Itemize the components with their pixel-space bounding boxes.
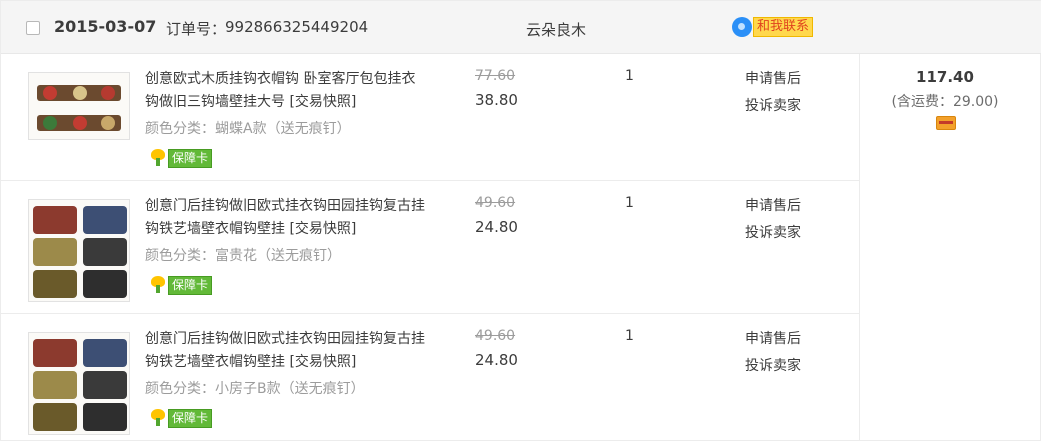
product-title-link[interactable]: 创意门后挂钩做旧欧式挂衣钩田园挂钩复古挂钩铁艺墙壁衣帽钩壁挂 [交易快照] — [145, 195, 425, 241]
order-item-row: 创意欧式木质挂钩衣帽钩 卧室客厅包包挂衣钩做旧三钩墙壁挂大号 [交易快照] 颜色… — [1, 54, 859, 181]
flower-decoration — [43, 86, 57, 100]
guarantee-card-badge[interactable]: 保障卡 — [149, 148, 213, 168]
product-variant-image — [33, 339, 77, 367]
order-number: 992866325449204 — [225, 18, 369, 36]
request-after-sales-link[interactable]: 申请售后 — [745, 328, 801, 348]
guarantee-card-label: 保障卡 — [168, 408, 213, 428]
flower-decoration — [43, 116, 57, 130]
shop-name-link[interactable]: 云朵良木 — [526, 19, 586, 40]
product-variant-image — [33, 206, 77, 234]
product-variant: 颜色分类：蝴蝶A款（送无痕钉） — [145, 121, 351, 137]
product-variant-image — [33, 403, 77, 431]
unit-price: 24.80 — [475, 351, 518, 369]
product-variant-image — [83, 270, 127, 298]
order-date: 2015-03-07 — [54, 17, 157, 36]
product-variant-image — [83, 206, 127, 234]
original-price: 49.60 — [475, 328, 516, 344]
contact-seller-button[interactable]: 和我联系 — [732, 17, 814, 37]
order-total-column: 117.40 (含运费：29.00) — [859, 54, 1041, 441]
product-variant-image — [83, 339, 127, 367]
product-thumbnail[interactable] — [28, 332, 130, 435]
flower-decoration — [101, 116, 115, 130]
original-price: 49.60 — [475, 195, 516, 211]
product-title-link[interactable]: 创意欧式木质挂钩衣帽钩 卧室客厅包包挂衣钩做旧三钩墙壁挂大号 [交易快照] — [145, 68, 425, 114]
product-variant-image — [83, 371, 127, 399]
complain-seller-link[interactable]: 投诉卖家 — [745, 355, 801, 375]
product-variant-image — [83, 238, 127, 266]
quantity: 1 — [625, 328, 634, 344]
flower-decoration — [73, 86, 87, 100]
guarantee-card-icon — [149, 409, 167, 427]
product-title-link[interactable]: 创意门后挂钩做旧欧式挂衣钩田园挂钩复古挂钩铁艺墙壁衣帽钩壁挂 [交易快照] — [145, 328, 425, 374]
order-total: 117.40 — [916, 68, 974, 86]
guarantee-card-icon — [149, 276, 167, 294]
guarantee-card-icon — [149, 149, 167, 167]
product-variant-image — [83, 403, 127, 431]
unit-price: 24.80 — [475, 218, 518, 236]
shipping-fee-note: (含运费：29.00) — [891, 94, 999, 110]
quantity: 1 — [625, 195, 634, 211]
request-after-sales-link[interactable]: 申请售后 — [745, 68, 801, 88]
flower-decoration — [101, 86, 115, 100]
order-header: 2015-03-07 订单号： 992866325449204 云朵良木 和我联… — [1, 1, 1041, 54]
guarantee-card-badge[interactable]: 保障卡 — [149, 408, 213, 428]
flower-decoration — [73, 116, 87, 130]
chat-bubble-icon — [732, 17, 752, 37]
complain-seller-link[interactable]: 投诉卖家 — [745, 95, 801, 115]
guarantee-card-label: 保障卡 — [168, 275, 213, 295]
product-variant: 颜色分类：富贵花（送无痕钉） — [145, 248, 341, 264]
product-thumbnail[interactable] — [28, 72, 130, 140]
order-card: 2015-03-07 订单号： 992866325449204 云朵良木 和我联… — [0, 0, 1041, 441]
credit-card-icon[interactable] — [936, 116, 956, 130]
original-price: 77.60 — [475, 68, 516, 84]
order-item-row: 创意门后挂钩做旧欧式挂衣钩田园挂钩复古挂钩铁艺墙壁衣帽钩壁挂 [交易快照] 颜色… — [1, 181, 859, 314]
product-variant-image — [33, 371, 77, 399]
contact-seller-label: 和我联系 — [753, 17, 814, 37]
unit-price: 38.80 — [475, 91, 518, 109]
product-thumbnail[interactable] — [28, 199, 130, 302]
order-number-label: 订单号： — [166, 20, 227, 38]
product-variant: 颜色分类：小房子B款（送无痕钉） — [145, 381, 365, 397]
product-variant-image — [33, 238, 77, 266]
complain-seller-link[interactable]: 投诉卖家 — [745, 222, 801, 242]
order-select-checkbox[interactable] — [26, 21, 40, 35]
guarantee-card-label: 保障卡 — [168, 148, 213, 168]
guarantee-card-badge[interactable]: 保障卡 — [149, 275, 213, 295]
request-after-sales-link[interactable]: 申请售后 — [745, 195, 801, 215]
order-item-row: 创意门后挂钩做旧欧式挂衣钩田园挂钩复古挂钩铁艺墙壁衣帽钩壁挂 [交易快照] 颜色… — [1, 314, 859, 441]
quantity: 1 — [625, 68, 634, 84]
product-variant-image — [33, 270, 77, 298]
